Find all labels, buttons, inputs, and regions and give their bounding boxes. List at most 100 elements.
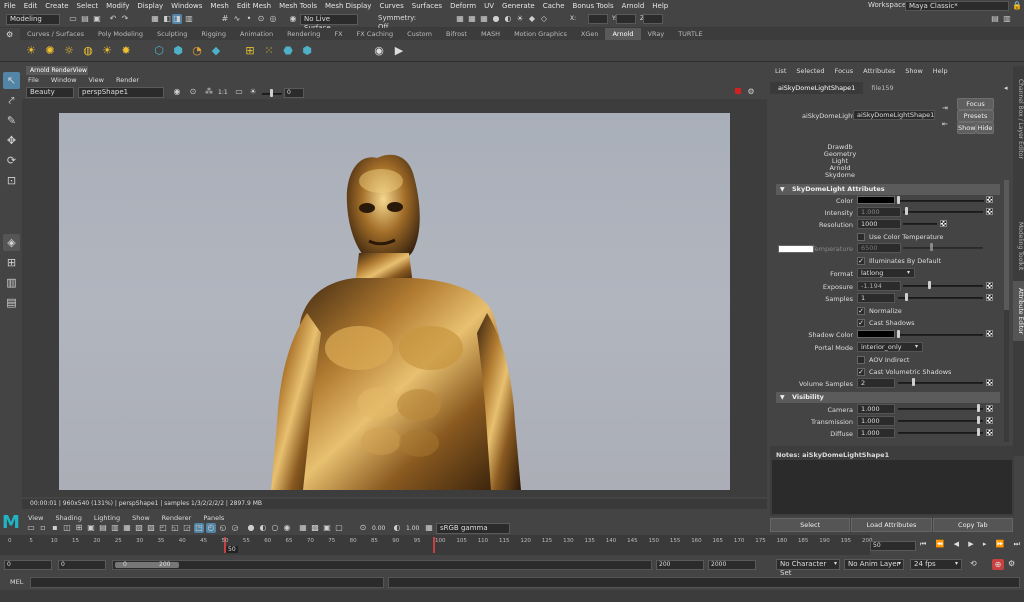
undo-icon[interactable]: ↶ <box>108 14 118 24</box>
tab-curves-surfaces[interactable]: Curves / Surfaces <box>20 28 91 40</box>
volume-icon[interactable]: ⬢ <box>171 44 185 58</box>
vp-exposure-value[interactable]: 0.00 <box>372 525 385 532</box>
go-to-start-icon[interactable]: ⏮ <box>920 540 926 552</box>
channel-icon[interactable]: ⁂ <box>204 87 214 97</box>
playback-end-field[interactable]: 200 <box>656 560 704 570</box>
menu-help[interactable]: Help <box>648 2 672 10</box>
x-field[interactable] <box>588 14 608 24</box>
temperature-slider[interactable] <box>903 247 983 249</box>
vp-bookmark-icon[interactable]: ▪ <box>50 523 60 533</box>
anim-prefs-icon[interactable]: ⚙ <box>1008 559 1015 568</box>
hypershade-icon[interactable]: ● <box>491 14 501 24</box>
current-frame-field[interactable]: 50 <box>870 541 916 551</box>
ipr-icon[interactable]: ▦ <box>467 14 477 24</box>
diffuse-field[interactable]: 1.000 <box>857 428 895 438</box>
menu-select[interactable]: Select <box>73 2 103 10</box>
vp-motion-blur-icon[interactable]: ▦ <box>298 523 308 533</box>
vp-textured-icon[interactable]: ◳ <box>194 523 204 533</box>
samples-knob[interactable] <box>905 293 908 301</box>
menu-mesh[interactable]: Mesh <box>206 2 232 10</box>
ae-menu-attributes[interactable]: Attributes <box>858 65 900 77</box>
physical-sky-icon[interactable]: ✸ <box>119 44 133 58</box>
samples-field[interactable]: 1 <box>857 293 895 303</box>
transmission-slider[interactable] <box>898 420 983 422</box>
tab-mash[interactable]: MASH <box>474 28 507 40</box>
playback-start-field[interactable]: 0 <box>58 560 106 570</box>
menu-arnold[interactable]: Arnold <box>618 2 649 10</box>
character-set-dropdown-icon[interactable]: ▾ <box>834 560 837 567</box>
camera-select[interactable]: perspShape1 <box>78 87 164 98</box>
color-swatch[interactable] <box>857 196 895 204</box>
exposure-map-button[interactable] <box>986 282 993 289</box>
volume-samples-map-button[interactable] <box>986 379 993 386</box>
vp-dof-icon[interactable]: ▣ <box>322 523 332 533</box>
scene-end-field[interactable]: 2000 <box>708 560 756 570</box>
vp-lock-icon[interactable]: ▫ <box>38 523 48 533</box>
panel-toggle2-icon[interactable]: ▥ <box>1002 14 1012 24</box>
tab-modeling-toolkit[interactable]: Modeling Toolkit <box>1013 216 1024 276</box>
intensity-knob[interactable] <box>905 207 908 215</box>
vp-shadows-icon[interactable]: ◵ <box>218 523 228 533</box>
fit-icon[interactable]: ▭ <box>234 87 244 97</box>
volume-samples-knob[interactable] <box>912 378 915 386</box>
samples-slider[interactable] <box>898 297 983 299</box>
vp-field-chart-icon[interactable]: ▦ <box>122 523 132 533</box>
redo-icon[interactable]: ↷ <box>120 14 130 24</box>
toggle-icon[interactable]: ◇ <box>539 14 549 24</box>
photometric-light-icon[interactable]: ☼ <box>62 44 76 58</box>
live-surface-field[interactable]: No Live Surface <box>300 14 358 32</box>
step-back-key-icon[interactable]: ⏪ <box>936 540 945 552</box>
snap-grid-icon[interactable]: # <box>220 14 230 24</box>
vp-gate-mask-icon[interactable]: ▥ <box>110 523 120 533</box>
samples-map-button[interactable] <box>986 294 993 301</box>
tab-turtle[interactable]: TURTLE <box>671 28 709 40</box>
vp-lights-icon[interactable]: ◴ <box>206 523 216 533</box>
light-editor-icon[interactable]: ☀ <box>515 14 525 24</box>
vp-xray-icon[interactable]: ● <box>246 523 256 533</box>
move-tool-icon[interactable]: ✥ <box>3 132 20 149</box>
vp-safe-title-icon[interactable]: ▨ <box>146 523 156 533</box>
diffuse-slider[interactable] <box>898 432 983 434</box>
temperature-field[interactable]: 6500 <box>857 243 901 253</box>
vp-ao-icon[interactable]: ◉ <box>282 523 292 533</box>
mel-label[interactable]: MEL <box>10 578 23 586</box>
live-surface-icon[interactable]: ◉ <box>288 14 298 24</box>
menu-windows[interactable]: Windows <box>167 2 206 10</box>
intensity-slider[interactable] <box>903 211 983 213</box>
menu-surfaces[interactable]: Surfaces <box>408 2 446 10</box>
vp-gamma-icon[interactable]: ◐ <box>392 523 402 533</box>
render-view-icon[interactable]: ◉ <box>372 44 386 58</box>
arnold-grid-icon[interactable]: ⊞ <box>243 44 257 58</box>
tab-sculpting[interactable]: Sculpting <box>150 28 194 40</box>
snap-surface-icon[interactable]: ◎ <box>268 14 278 24</box>
show-button[interactable]: Show <box>957 122 976 134</box>
auto-key-icon[interactable]: ⊕ <box>992 559 1004 570</box>
transmission-map-button[interactable] <box>986 417 993 424</box>
select-object-icon[interactable]: ◧ <box>162 14 172 24</box>
normalize-checkbox[interactable]: ✓ <box>857 307 865 315</box>
vp-film-gate-icon[interactable]: ▣ <box>86 523 96 533</box>
node-name-field[interactable]: aiSkyDomeLightShape1 <box>853 110 935 120</box>
loop-icon[interactable]: ⟲ <box>970 559 977 568</box>
area-light-icon[interactable]: ☀ <box>24 44 38 58</box>
menu-modify[interactable]: Modify <box>102 2 133 10</box>
vp-xray-joints-icon[interactable]: ◐ <box>258 523 268 533</box>
vp-grid-icon[interactable]: ⊞ <box>74 523 84 533</box>
rv-settings-icon[interactable]: ⚙ <box>746 87 756 97</box>
vp-wireframe-icon[interactable]: ◰ <box>158 523 168 533</box>
scene-start-field[interactable]: 0 <box>4 560 52 570</box>
format-dropdown-icon[interactable]: ▾ <box>907 269 910 276</box>
camera-map-button[interactable] <box>986 405 993 412</box>
crop-region-icon[interactable]: ⊙ <box>188 87 198 97</box>
menu-edit[interactable]: Edit <box>20 2 42 10</box>
new-scene-icon[interactable]: ▭ <box>68 14 78 24</box>
ae-menu-selected[interactable]: Selected <box>791 65 829 77</box>
tab-poly-modeling[interactable]: Poly Modeling <box>91 28 150 40</box>
arnold-tx-icon[interactable]: ⁙ <box>262 44 276 58</box>
temperature-knob[interactable] <box>930 243 933 251</box>
aov-select[interactable]: Beauty <box>26 87 74 98</box>
diffuse-knob[interactable] <box>977 428 980 436</box>
rv-exposure-knob[interactable] <box>270 89 273 97</box>
illum-default-checkbox[interactable]: ✓ <box>857 257 865 265</box>
vp-gamma-value[interactable]: 1.00 <box>406 525 419 532</box>
